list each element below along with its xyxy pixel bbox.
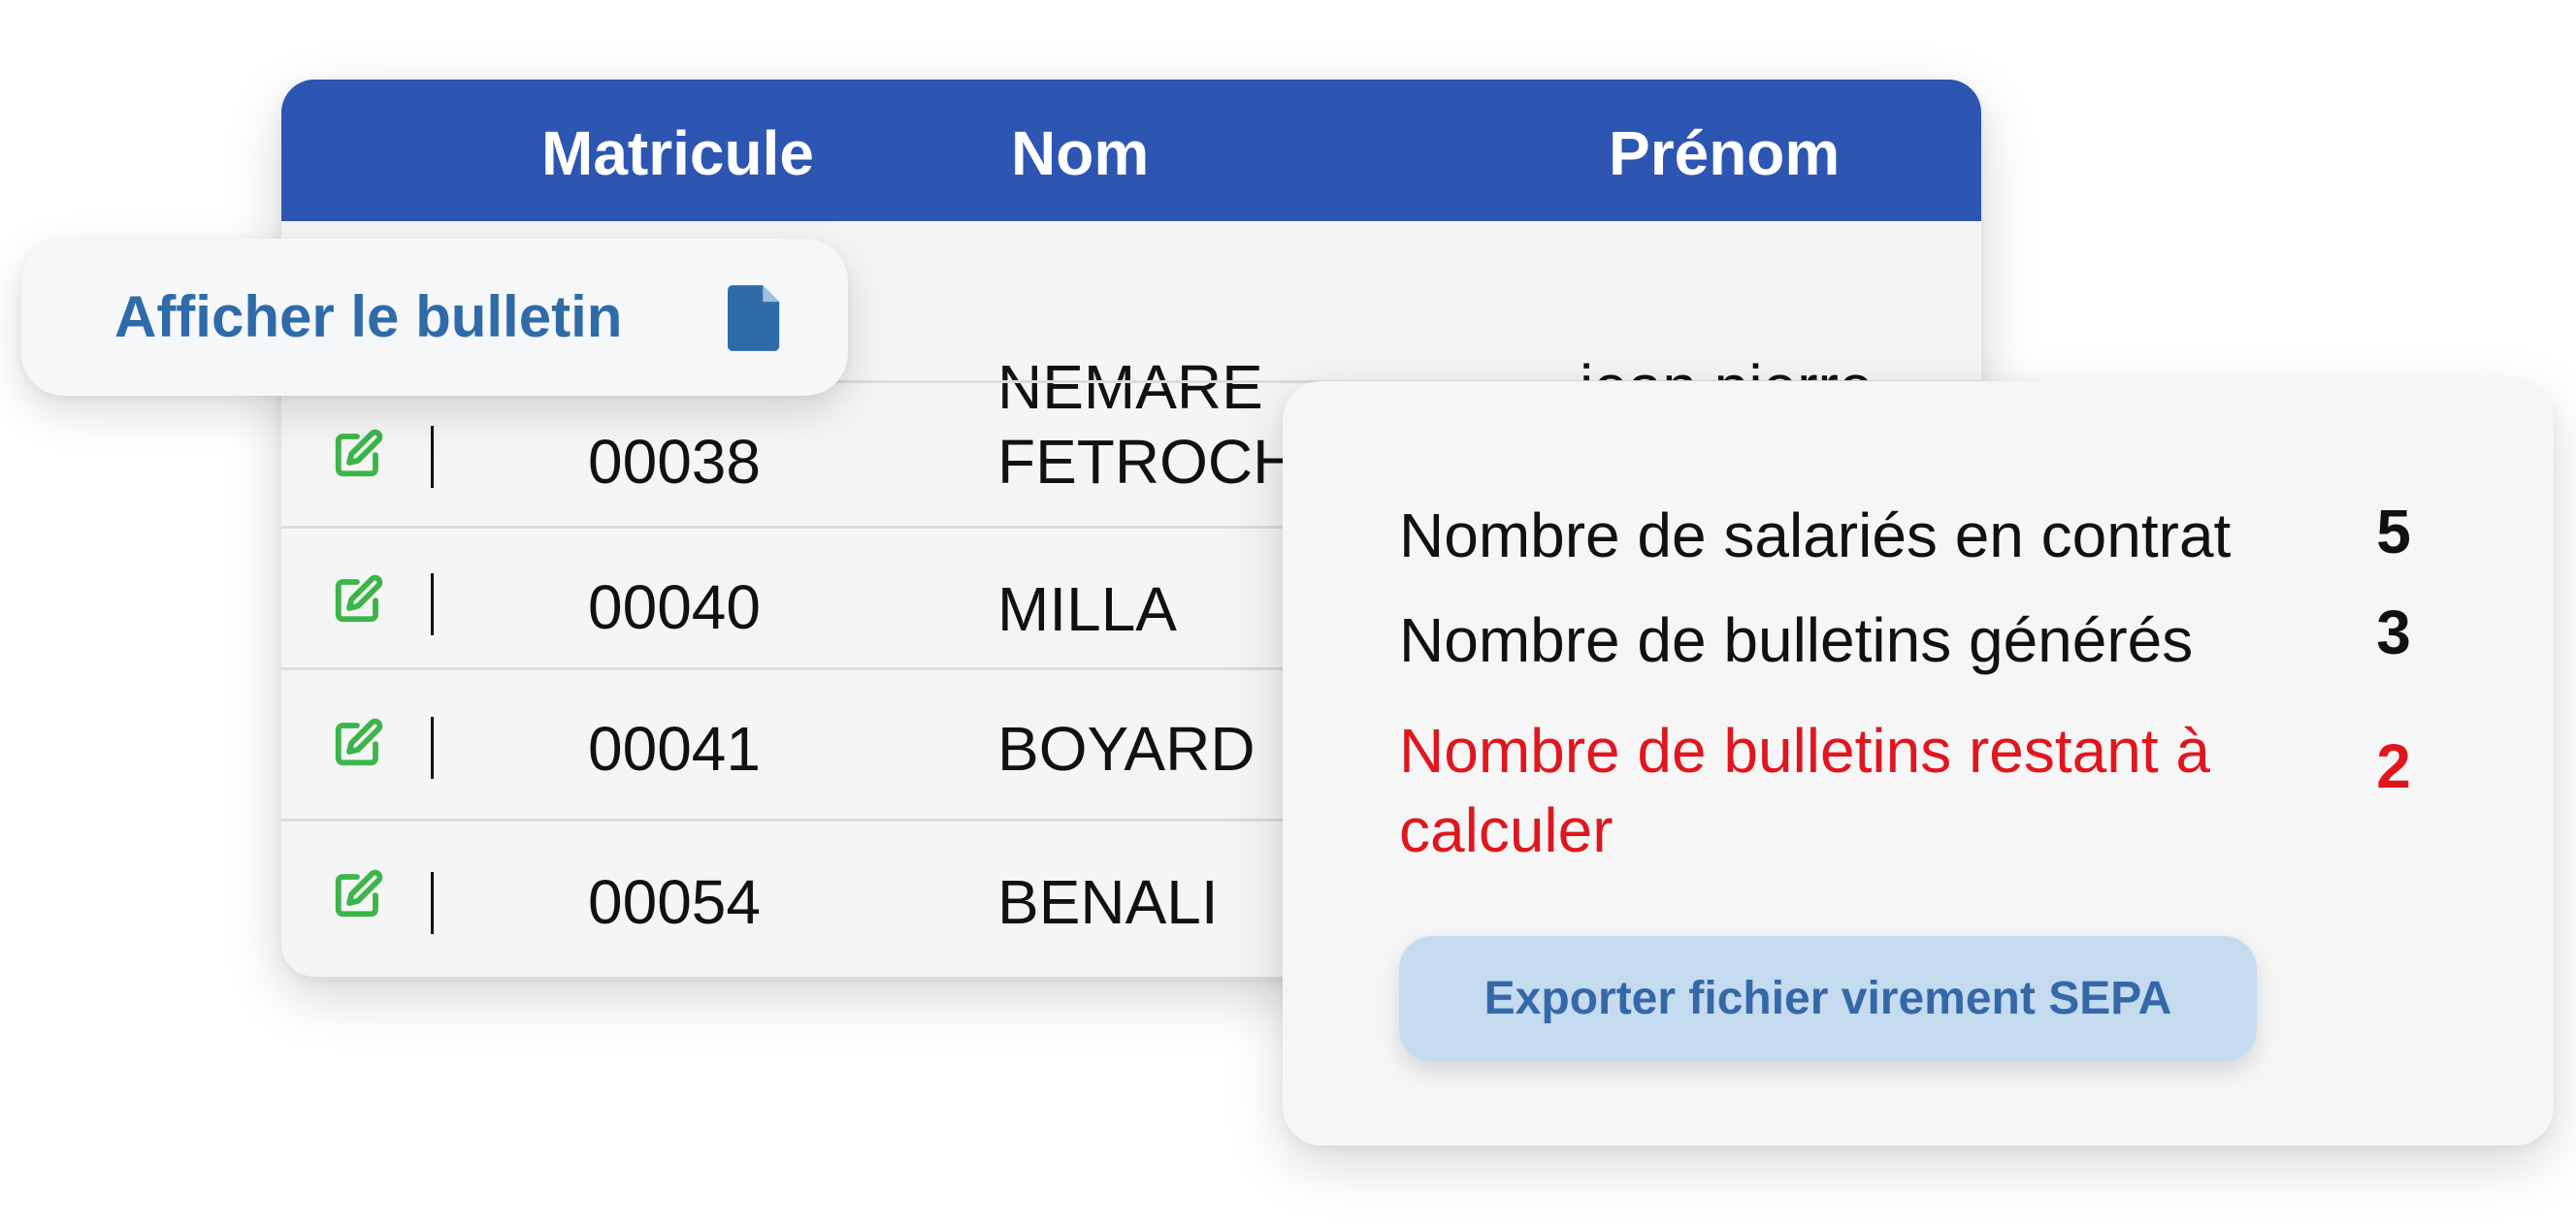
row-separator: [431, 426, 434, 488]
column-header-prenom[interactable]: Prénom: [1609, 80, 1840, 221]
column-header-matricule[interactable]: Matricule: [541, 80, 814, 221]
cell-matricule: 00040: [588, 572, 761, 642]
view-payslip-button[interactable]: Afficher le bulletin: [21, 239, 848, 396]
column-header-nom[interactable]: Nom: [1011, 80, 1149, 221]
table-header: Matricule Nom Prénom: [281, 80, 1981, 221]
cell-matricule: 00054: [588, 867, 761, 937]
cell-matricule: 00038: [588, 427, 761, 497]
payslips-generated-value: 3: [2376, 597, 2411, 667]
payslips-remaining-label: Nombre de bulletins restant à calculer: [1399, 716, 2210, 865]
document-icon: [728, 285, 780, 351]
edit-icon[interactable]: [332, 428, 384, 480]
payroll-summary-panel: Nombre de salariés en contrat 5 Nombre d…: [1283, 381, 2554, 1146]
view-payslip-label: Afficher le bulletin: [114, 284, 623, 349]
cell-nom: FETROCH: [997, 427, 1298, 497]
employees-count-label: Nombre de salariés en contrat: [1399, 500, 2232, 570]
cell-nom: MILLA: [997, 574, 1177, 644]
edit-icon[interactable]: [332, 573, 384, 626]
payslips-generated-label: Nombre de bulletins générés: [1399, 605, 2194, 675]
export-sepa-button[interactable]: Exporter fichier virement SEPA: [1399, 936, 2257, 1062]
cell-nom: BENALI: [997, 867, 1219, 937]
edit-icon[interactable]: [332, 868, 384, 920]
cell-nom: BOYARD: [997, 714, 1255, 784]
edit-icon[interactable]: [332, 717, 384, 769]
cell-matricule: 00041: [588, 714, 761, 784]
row-separator: [431, 717, 434, 779]
row-separator: [431, 573, 434, 635]
payslips-remaining-value: 2: [2376, 731, 2411, 801]
employees-count-value: 5: [2376, 497, 2411, 566]
row-separator: [431, 872, 434, 934]
